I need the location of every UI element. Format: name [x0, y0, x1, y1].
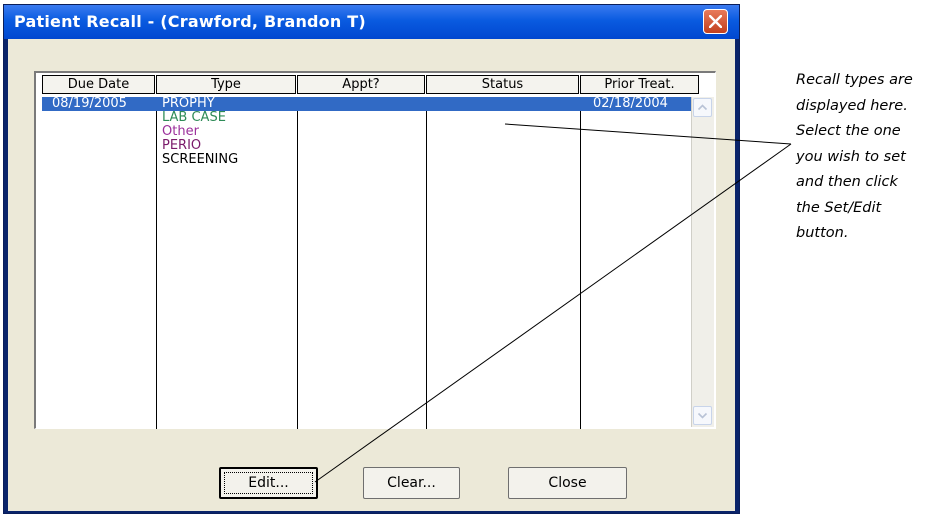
leader-line-to-edit-button [314, 143, 792, 483]
leader-line-to-list [504, 123, 792, 145]
callout-leader-lines [314, 123, 792, 483]
